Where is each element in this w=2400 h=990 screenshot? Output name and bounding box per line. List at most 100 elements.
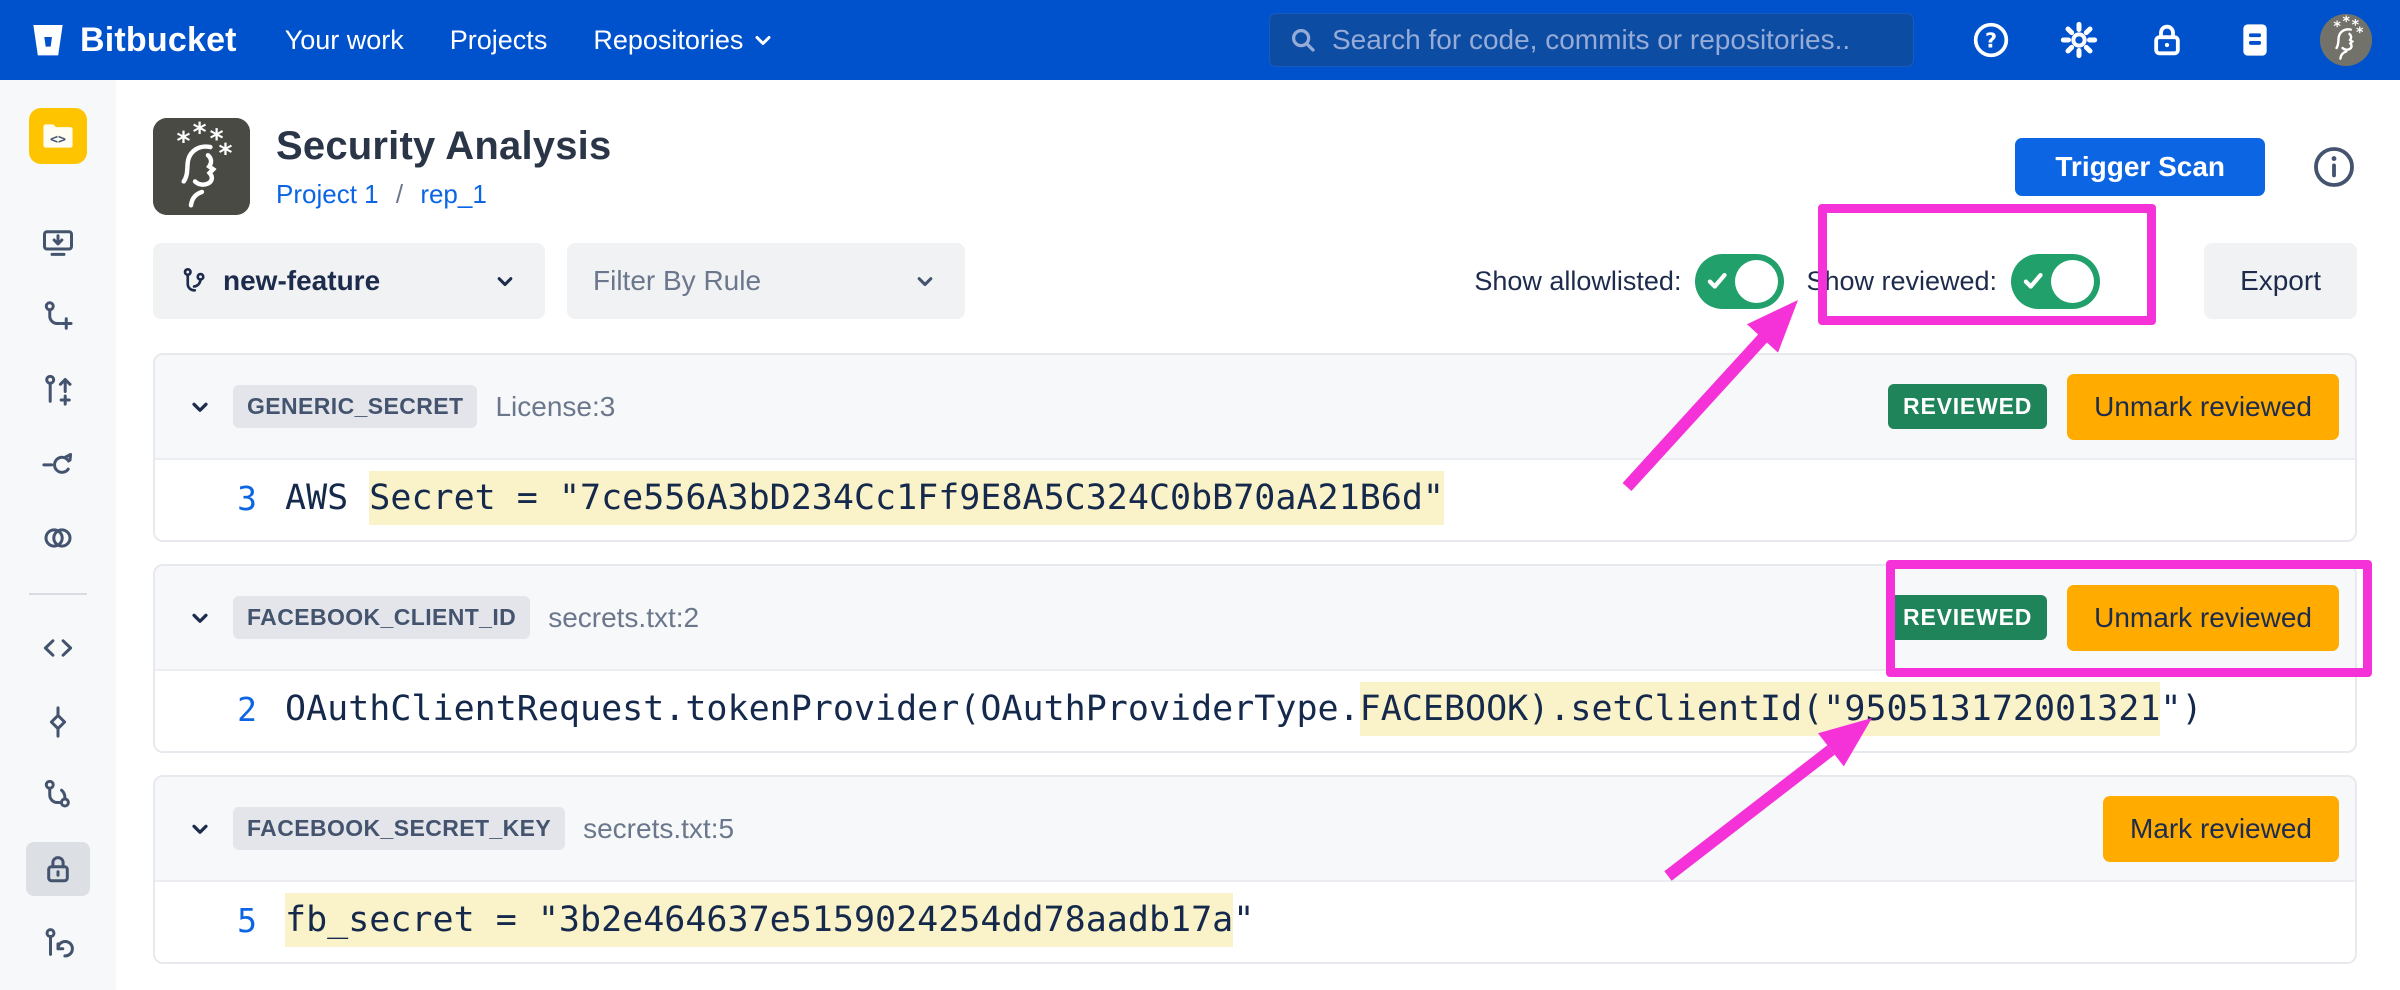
branch-icon bbox=[179, 266, 209, 296]
finding-card: GENERIC_SECRET License:3 REVIEWED Unmark… bbox=[153, 353, 2357, 542]
sidebar-item-pull-requests[interactable] bbox=[26, 363, 90, 417]
rule-filter-selector[interactable]: Filter By Rule bbox=[567, 243, 965, 319]
rule-badge: FACEBOOK_CLIENT_ID bbox=[233, 596, 530, 639]
compare-branches-icon bbox=[40, 520, 76, 556]
finding-code-row: 5 fb_secret = "3b2e464637e5159024254dd78… bbox=[155, 882, 2355, 962]
security-button[interactable] bbox=[2146, 19, 2188, 61]
branch-selector[interactable]: new-feature bbox=[153, 243, 545, 319]
finding-card: FACEBOOK_SECRET_KEY secrets.txt:5 Mark r… bbox=[153, 775, 2357, 964]
sidebar-item-deployments[interactable] bbox=[26, 768, 90, 822]
collapse-toggle[interactable] bbox=[187, 605, 213, 631]
sidebar: <> bbox=[0, 80, 116, 990]
unmark-reviewed-button[interactable]: Unmark reviewed bbox=[2067, 374, 2339, 440]
breadcrumb-project-link[interactable]: Project 1 bbox=[276, 179, 379, 209]
finding-code-row: 2 OAuthClientRequest.tokenProvider(OAuth… bbox=[155, 671, 2355, 751]
toggle-knob bbox=[2051, 260, 2094, 303]
avatar-face-art: **** bbox=[153, 118, 250, 215]
trigger-scan-button[interactable]: Trigger Scan bbox=[2015, 138, 2265, 196]
chevron-down-icon bbox=[187, 816, 213, 842]
collapse-toggle[interactable] bbox=[187, 394, 213, 420]
help-button[interactable]: ? bbox=[1970, 19, 2012, 61]
gear-icon bbox=[2059, 20, 2099, 60]
show-allowlisted-toggle[interactable] bbox=[1695, 254, 1784, 309]
chevron-down-icon bbox=[187, 605, 213, 631]
pipelines-icon bbox=[40, 704, 76, 740]
page: Bitbucket Your work Projects Repositorie… bbox=[0, 0, 2400, 990]
nav-link-your-work[interactable]: Your work bbox=[285, 25, 404, 56]
sidebar-item-compare[interactable] bbox=[26, 511, 90, 565]
sidebar-item-security[interactable] bbox=[26, 842, 90, 896]
sidebar-item-sync[interactable] bbox=[26, 916, 90, 970]
main-content: **** Security Analysis Project 1 / rep_1… bbox=[116, 80, 2400, 990]
repo-avatar[interactable]: <> bbox=[29, 108, 87, 164]
check-icon bbox=[2021, 268, 2047, 294]
code-secret-highlight: Secret = "7ce556A3bD234Cc1Ff9E8A5C324C0b… bbox=[369, 471, 1444, 525]
code-post: " bbox=[1233, 900, 1254, 940]
commits-icon bbox=[40, 446, 76, 482]
nav-link-repositories-label: Repositories bbox=[593, 25, 743, 56]
svg-text:*: * bbox=[218, 138, 232, 169]
sidebar-item-commits[interactable] bbox=[26, 437, 90, 491]
brand-name: Bitbucket bbox=[80, 21, 237, 60]
info-icon bbox=[2311, 144, 2357, 190]
feedback-button[interactable] bbox=[2234, 19, 2276, 61]
export-button[interactable]: Export bbox=[2204, 243, 2357, 319]
nav-link-repositories[interactable]: Repositories bbox=[593, 25, 775, 56]
status-badge: REVIEWED bbox=[1888, 384, 2047, 429]
code-line: OAuthClientRequest.tokenProvider(OAuthPr… bbox=[285, 689, 2203, 729]
breadcrumb-separator: / bbox=[396, 179, 403, 209]
sidebar-item-clone[interactable] bbox=[26, 216, 90, 270]
svg-text:?: ? bbox=[1985, 28, 1997, 52]
feedback-icon bbox=[2235, 20, 2275, 60]
branch-selected-value: new-feature bbox=[223, 265, 380, 297]
show-reviewed-toggle[interactable] bbox=[2011, 254, 2100, 309]
check-icon bbox=[1705, 268, 1731, 294]
finding-location: secrets.txt:5 bbox=[583, 813, 734, 845]
repo-folder-icon: <> bbox=[38, 116, 78, 156]
mark-reviewed-button[interactable]: Mark reviewed bbox=[2103, 796, 2339, 862]
finding-location: License:3 bbox=[495, 391, 615, 423]
sidebar-item-create-branch[interactable] bbox=[26, 290, 90, 344]
toggle-knob bbox=[1735, 260, 1778, 303]
svg-text:*: * bbox=[2343, 14, 2351, 30]
finding-location: secrets.txt:2 bbox=[548, 602, 699, 634]
chevron-down-icon bbox=[187, 394, 213, 420]
finding-code-row: 3 AWS Secret = "7ce556A3bD234Cc1Ff9E8A5C… bbox=[155, 460, 2355, 540]
bitbucket-logo-icon bbox=[28, 20, 68, 60]
rule-badge: GENERIC_SECRET bbox=[233, 385, 477, 428]
status-badge: REVIEWED bbox=[1888, 595, 2047, 640]
code-secret-highlight: FACEBOOK).setClientId("950513172001321 bbox=[1360, 682, 2161, 736]
code-pre: OAuthClientRequest.tokenProvider(OAuthPr… bbox=[285, 689, 1360, 729]
sidebar-item-source[interactable] bbox=[26, 621, 90, 675]
security-lock-icon bbox=[40, 851, 76, 887]
source-code-icon bbox=[40, 630, 76, 666]
clone-icon bbox=[40, 225, 76, 261]
user-avatar[interactable]: **** bbox=[2320, 14, 2372, 66]
top-nav: Bitbucket Your work Projects Repositorie… bbox=[0, 0, 2400, 80]
code-secret-highlight: fb_secret = "3b2e464637e5159024254dd78aa… bbox=[285, 893, 1233, 947]
chevron-down-icon bbox=[751, 28, 775, 52]
filter-row: new-feature Filter By Rule Show allowlis… bbox=[153, 243, 2357, 319]
unmark-reviewed-button[interactable]: Unmark reviewed bbox=[2067, 585, 2339, 651]
line-number: 5 bbox=[233, 901, 257, 940]
search-box[interactable] bbox=[1269, 13, 1914, 67]
title-block: Security Analysis Project 1 / rep_1 bbox=[276, 124, 611, 210]
create-branch-icon bbox=[40, 298, 76, 334]
code-pre: AWS bbox=[285, 478, 369, 518]
info-button[interactable] bbox=[2311, 144, 2357, 190]
finding-card: FACEBOOK_CLIENT_ID secrets.txt:2 REVIEWE… bbox=[153, 564, 2357, 753]
show-reviewed-label: Show reviewed: bbox=[1806, 266, 1997, 297]
deployments-icon bbox=[40, 777, 76, 813]
finding-card-header: GENERIC_SECRET License:3 REVIEWED Unmark… bbox=[155, 355, 2355, 460]
nav-link-projects[interactable]: Projects bbox=[450, 25, 548, 56]
rule-filter-placeholder: Filter By Rule bbox=[593, 265, 761, 297]
settings-button[interactable] bbox=[2058, 19, 2100, 61]
bitbucket-logo[interactable]: Bitbucket bbox=[28, 20, 237, 60]
avatar-face-art: **** bbox=[2320, 14, 2372, 66]
page-header: **** Security Analysis Project 1 / rep_1… bbox=[153, 118, 2357, 215]
sidebar-item-pipelines[interactable] bbox=[26, 695, 90, 749]
line-number: 3 bbox=[233, 479, 257, 518]
search-input[interactable] bbox=[1332, 24, 1895, 56]
collapse-toggle[interactable] bbox=[187, 816, 213, 842]
breadcrumb-repo-link[interactable]: rep_1 bbox=[420, 179, 487, 209]
